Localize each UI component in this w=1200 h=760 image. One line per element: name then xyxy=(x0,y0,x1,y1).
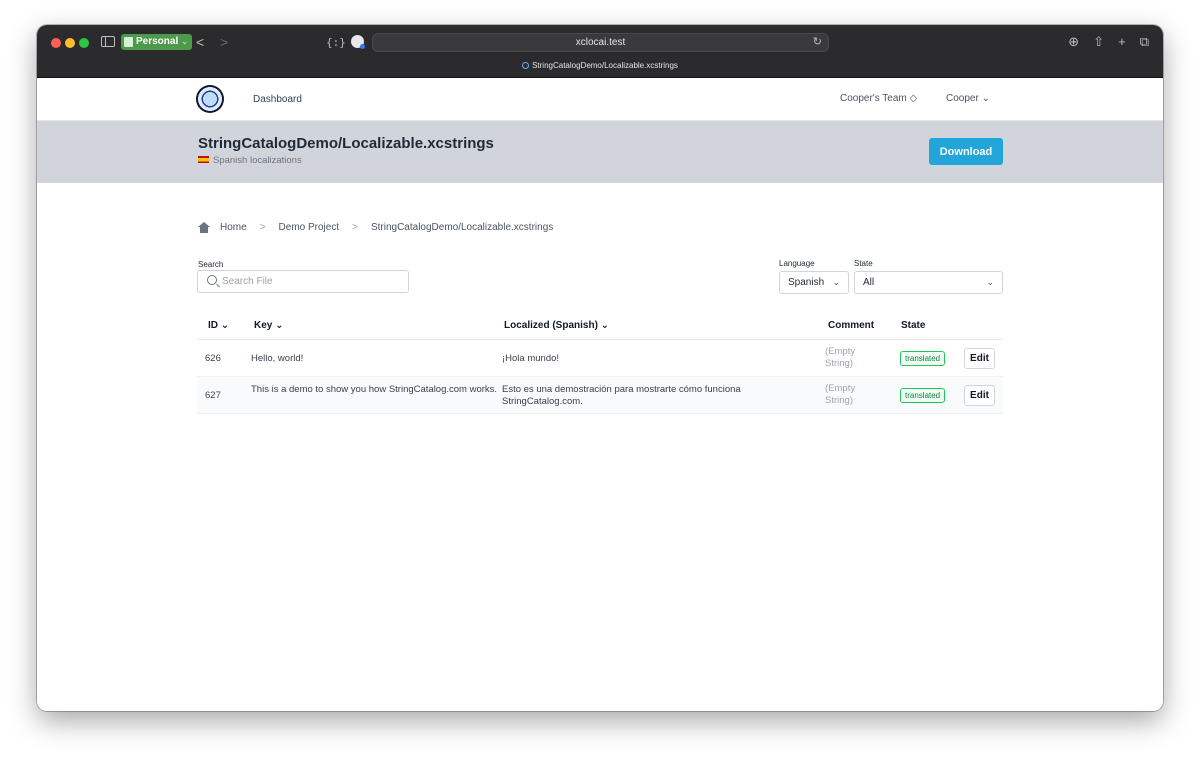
row-id: 627 xyxy=(205,390,221,401)
column-localized[interactable]: Localized (Spanish) ⌄ xyxy=(504,320,609,331)
forward-icon[interactable]: > xyxy=(220,35,228,49)
tab-title-text: StringCatalogDemo/Localizable.xcstrings xyxy=(532,61,678,70)
close-window-button[interactable] xyxy=(51,38,61,48)
language-label: Language xyxy=(779,259,815,268)
user-menu[interactable]: Cooper ⌄ xyxy=(946,93,990,104)
profile-button[interactable]: Personal ⌄ xyxy=(121,34,192,50)
share-icon[interactable]: ⇧ xyxy=(1093,34,1104,50)
active-tab[interactable]: StringCatalogDemo/Localizable.xcstrings xyxy=(37,61,1163,70)
breadcrumb-home[interactable]: Home xyxy=(220,222,247,233)
state-select[interactable]: All ⌄ xyxy=(854,271,1003,294)
language-select[interactable]: Spanish ⌄ xyxy=(779,271,849,294)
row-comment: (Empty String) xyxy=(825,383,856,406)
page-header: StringCatalogDemo/Localizable.xcstrings … xyxy=(37,121,1163,183)
breadcrumb-separator: > xyxy=(352,222,358,233)
team-switcher[interactable]: Cooper's Team ◇ xyxy=(840,93,917,104)
extension-avatar-icon[interactable] xyxy=(351,35,365,49)
table-row: 626 Hello, world! ¡Hola mundo! (Empty St… xyxy=(197,340,1003,377)
reload-icon[interactable]: ↻ xyxy=(813,34,822,51)
sidebar-toggle-icon[interactable] xyxy=(101,36,115,47)
strings-table: ID ⌄ Key ⌄ Localized (Spanish) ⌄ Comment… xyxy=(197,311,1003,414)
page-title: StringCatalogDemo/Localizable.xcstrings xyxy=(198,135,494,152)
toolbar-right-icons: ⊕ ⇧ + ⧉ xyxy=(1068,34,1149,50)
browser-toolbar: Personal ⌄ < > {:} xclocai.test ↻ ⊕ ⇧ + … xyxy=(37,25,1163,78)
breadcrumb-file[interactable]: StringCatalogDemo/Localizable.xcstrings xyxy=(371,222,553,233)
dashboard-link[interactable]: Dashboard xyxy=(253,94,302,105)
column-state: State xyxy=(901,320,926,331)
url-text: xclocai.test xyxy=(575,37,626,48)
column-key[interactable]: Key ⌄ xyxy=(254,320,284,331)
search-icon xyxy=(207,275,217,285)
extension-braces-icon[interactable]: {:} xyxy=(326,36,346,50)
row-key: This is a demo to show you how StringCat… xyxy=(251,384,498,395)
state-value: All xyxy=(863,277,875,288)
logo-icon[interactable] xyxy=(196,85,224,113)
profile-icon xyxy=(124,37,133,47)
row-id: 626 xyxy=(205,353,221,364)
breadcrumb: Home > Demo Project > StringCatalogDemo/… xyxy=(198,222,553,233)
favicon-icon xyxy=(522,62,530,69)
row-key: Hello, world! xyxy=(251,353,304,364)
back-icon[interactable]: < xyxy=(196,35,204,49)
column-id[interactable]: ID ⌄ xyxy=(208,320,229,331)
table-row: 627 This is a demo to show you how Strin… xyxy=(197,377,1003,414)
chevron-down-icon: ⌄ xyxy=(181,37,188,46)
language-value: Spanish xyxy=(788,277,825,288)
browser-window: Personal ⌄ < > {:} xclocai.test ↻ ⊕ ⇧ + … xyxy=(37,25,1163,711)
status-badge: translated xyxy=(900,388,946,403)
search-label: Search xyxy=(198,260,224,269)
state-label: State xyxy=(854,259,873,268)
tab-overview-icon[interactable]: ⧉ xyxy=(1140,34,1149,50)
edit-button[interactable]: Edit xyxy=(964,385,995,406)
home-icon xyxy=(198,222,210,233)
new-tab-icon[interactable]: + xyxy=(1118,34,1126,50)
row-localized: Esto es una demostración para mostrarte … xyxy=(502,384,741,407)
table-header: ID ⌄ Key ⌄ Localized (Spanish) ⌄ Comment… xyxy=(197,311,1003,340)
subtitle-text: Spanish localizations xyxy=(213,155,302,166)
spain-flag-icon xyxy=(198,156,209,163)
column-comment: Comment xyxy=(828,320,875,331)
search-field[interactable] xyxy=(197,270,409,293)
chevron-down-icon: ⌄ xyxy=(986,277,994,287)
profile-label: Personal xyxy=(136,36,179,47)
chevron-down-icon: ⌄ xyxy=(832,277,840,287)
address-bar[interactable]: xclocai.test ↻ xyxy=(372,33,829,52)
minimize-window-button[interactable] xyxy=(65,38,75,48)
edit-button[interactable]: Edit xyxy=(964,348,995,369)
top-navigation: Dashboard Cooper's Team ◇ Cooper ⌄ xyxy=(37,78,1163,121)
breadcrumb-project[interactable]: Demo Project xyxy=(279,222,340,233)
page-subtitle: Spanish localizations xyxy=(198,155,302,166)
row-comment: (Empty String) xyxy=(825,346,856,369)
search-input[interactable] xyxy=(222,274,402,289)
row-localized: ¡Hola mundo! xyxy=(502,353,560,364)
status-badge: translated xyxy=(900,351,946,366)
zoom-window-button[interactable] xyxy=(79,38,89,48)
downloads-icon[interactable]: ⊕ xyxy=(1068,34,1079,50)
app-content: Dashboard Cooper's Team ◇ Cooper ⌄ Strin… xyxy=(37,78,1163,711)
breadcrumb-separator: > xyxy=(259,222,266,233)
download-button[interactable]: Download xyxy=(929,138,1003,165)
